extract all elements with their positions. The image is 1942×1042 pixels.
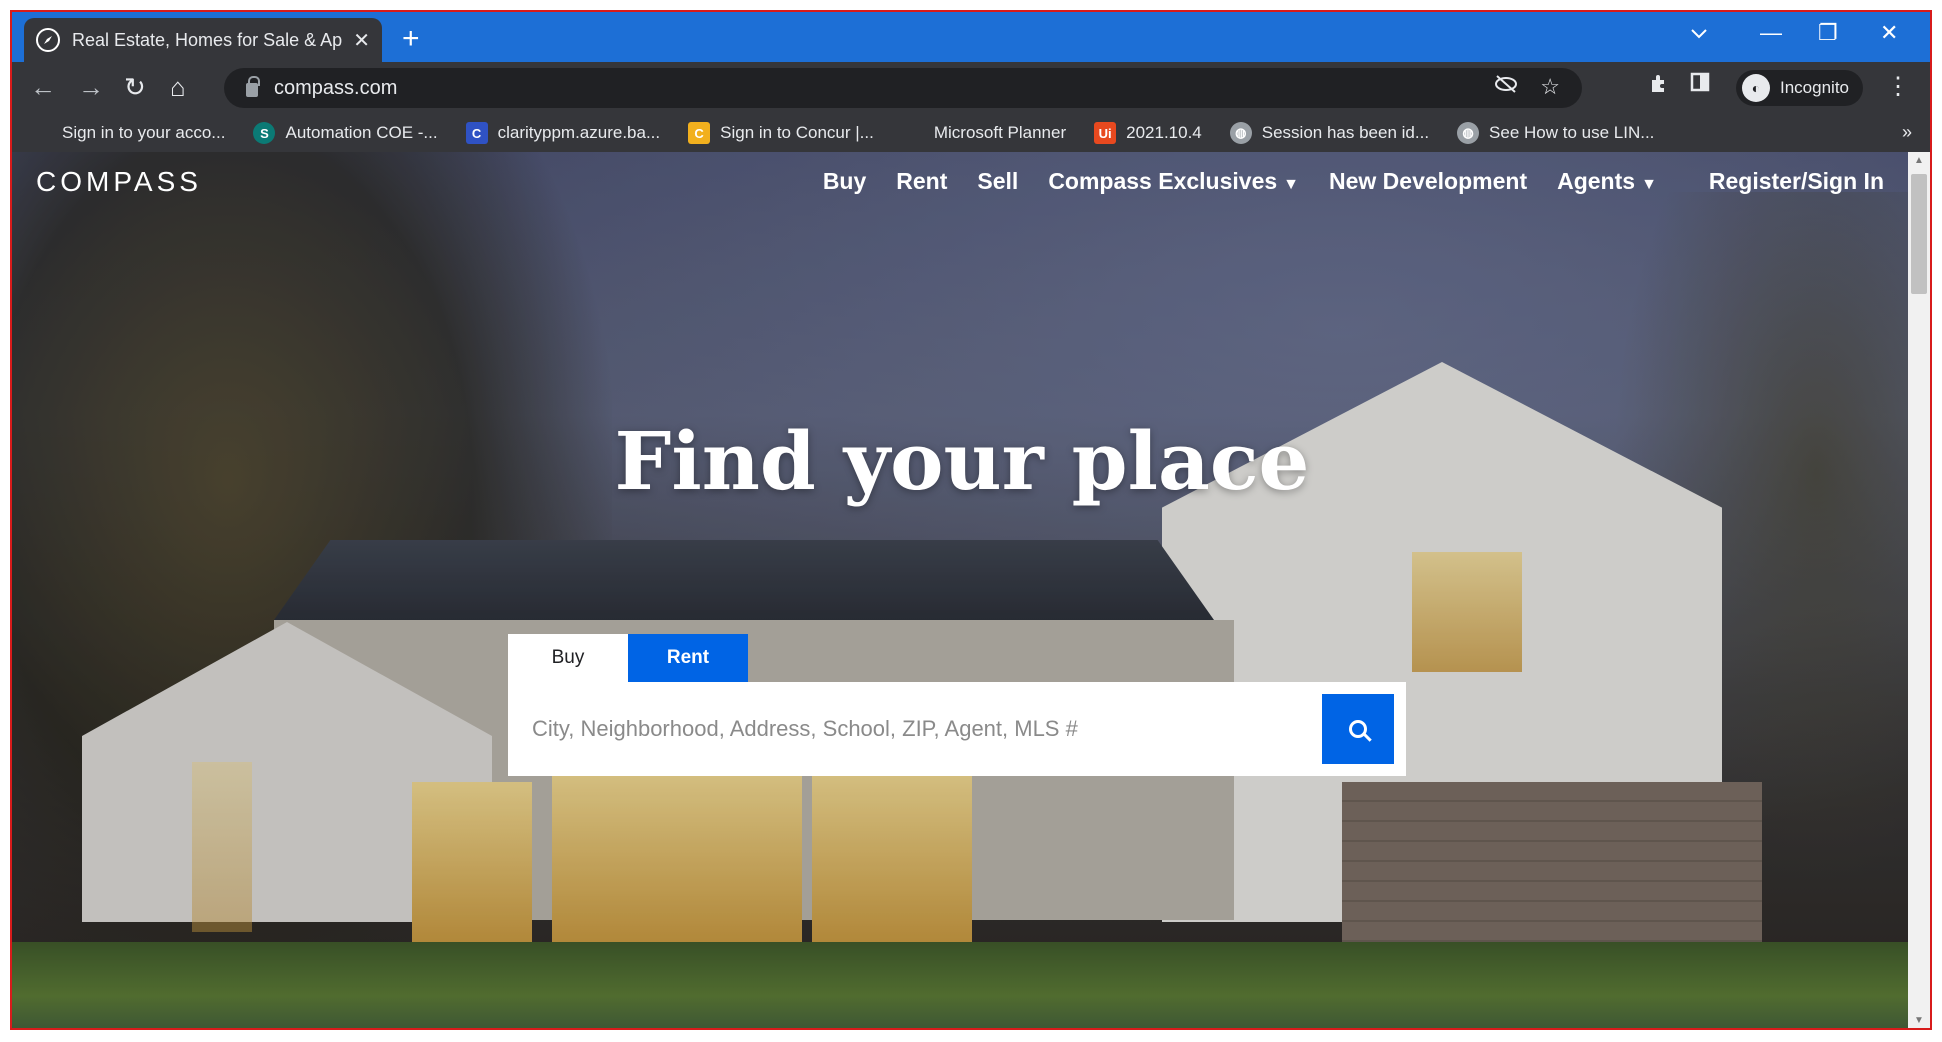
- bookmark-label: 2021.10.4: [1126, 123, 1202, 142]
- incognito-icon: ◐: [1742, 74, 1770, 102]
- bookmark-item[interactable]: C clarityppm.azure.ba...: [465, 122, 661, 144]
- bookmark-item[interactable]: Sign in to your acco...: [30, 122, 225, 144]
- new-tab-button[interactable]: +: [402, 22, 420, 56]
- sharepoint-icon: S: [253, 122, 276, 144]
- bookmark-label: Automation COE -...: [285, 123, 438, 142]
- browser-toolbar: ← → ↻ ⌂ compass.com ☆ ◐ Incognito ⋮: [12, 62, 1930, 114]
- search-tabs: Buy Rent: [508, 634, 748, 682]
- search-button[interactable]: [1322, 694, 1394, 764]
- search-box: [508, 682, 1406, 776]
- bookmark-star-icon[interactable]: ☆: [1540, 74, 1560, 100]
- bookmark-label: clarityppm.azure.ba...: [497, 123, 661, 142]
- concur-icon: C: [688, 122, 711, 144]
- eye-off-icon[interactable]: [1494, 74, 1518, 100]
- bookmark-label: Sign in to Concur |...: [720, 123, 874, 142]
- extensions-icon[interactable]: [1648, 72, 1670, 100]
- tab-strip: Real Estate, Homes for Sale & Ap ✕ + — ❐…: [12, 12, 1930, 62]
- nav-agents[interactable]: Agents ▼: [1557, 168, 1657, 195]
- more-bookmarks-icon[interactable]: »: [1902, 122, 1912, 143]
- bookmark-label: Microsoft Planner: [933, 123, 1067, 142]
- tab-search-icon[interactable]: [1690, 20, 1708, 46]
- address-bar[interactable]: compass.com ☆: [224, 68, 1582, 108]
- chevron-down-icon: ▼: [1283, 176, 1299, 193]
- incognito-badge[interactable]: ◐ Incognito: [1736, 70, 1863, 106]
- bookmark-label: Session has been id...: [1261, 123, 1430, 142]
- chevron-down-icon: ▼: [1641, 176, 1657, 193]
- restore-icon[interactable]: ❐: [1818, 20, 1838, 46]
- microsoft-icon: [30, 122, 52, 144]
- main-nav: Buy Rent Sell Compass Exclusives ▼ New De…: [823, 168, 1884, 195]
- compass-page: COMPASS Buy Rent Sell Compass Exclusives…: [12, 152, 1912, 1028]
- incognito-label: Incognito: [1780, 78, 1849, 97]
- reload-icon[interactable]: ↻: [124, 72, 146, 103]
- compass-logo[interactable]: COMPASS: [36, 166, 202, 198]
- nav-compass-exclusives[interactable]: Compass Exclusives ▼: [1048, 168, 1299, 195]
- bookmark-label: See How to use LIN...: [1489, 123, 1655, 142]
- location-search-input[interactable]: [532, 716, 1322, 742]
- compass-favicon-icon: [36, 28, 60, 52]
- bookmark-item[interactable]: S Automation COE -...: [253, 122, 438, 144]
- globe-icon: ◍: [1457, 122, 1480, 144]
- side-panel-icon[interactable]: [1690, 72, 1710, 98]
- scrollbar-thumb[interactable]: [1911, 174, 1927, 294]
- nav-sell[interactable]: Sell: [977, 168, 1018, 195]
- bookmark-item[interactable]: Microsoft Planner: [902, 122, 1066, 144]
- nav-new-development[interactable]: New Development: [1329, 168, 1527, 195]
- hero-headline: Find your place: [614, 414, 1310, 508]
- nav-buy[interactable]: Buy: [823, 168, 866, 195]
- search-tab-buy[interactable]: Buy: [508, 634, 628, 682]
- bookmark-item[interactable]: ◍ See How to use LIN...: [1457, 122, 1654, 144]
- bookmarks-bar: Sign in to your acco... S Automation COE…: [12, 114, 1930, 152]
- search-icon: [1349, 720, 1367, 738]
- close-window-icon[interactable]: ✕: [1880, 20, 1898, 46]
- scroll-down-icon[interactable]: ▼: [1908, 1012, 1930, 1028]
- register-sign-in-link[interactable]: Register/Sign In: [1709, 168, 1884, 195]
- nav-rent[interactable]: Rent: [896, 168, 947, 195]
- minimize-icon[interactable]: —: [1760, 20, 1782, 46]
- page-scrollbar[interactable]: ▲ ▼: [1908, 152, 1930, 1028]
- home-icon[interactable]: ⌂: [170, 72, 186, 103]
- microsoft-icon: [902, 122, 924, 144]
- tab-title: Real Estate, Homes for Sale & Ap: [72, 29, 343, 50]
- nav-compass-exclusives-label: Compass Exclusives: [1048, 168, 1278, 194]
- scroll-up-icon[interactable]: ▲: [1908, 152, 1930, 170]
- globe-icon: ◍: [1229, 122, 1252, 144]
- nav-agents-label: Agents: [1557, 168, 1636, 194]
- bookmark-item[interactable]: C Sign in to Concur |...: [688, 122, 874, 144]
- hero-image: [12, 152, 1912, 1028]
- bookmark-item[interactable]: ◍ Session has been id...: [1229, 122, 1430, 144]
- uipath-icon: Ui: [1094, 122, 1117, 144]
- bookmark-item[interactable]: Ui 2021.10.4: [1094, 122, 1202, 144]
- lock-icon: [246, 76, 260, 97]
- clarity-icon: C: [465, 122, 488, 144]
- bookmark-label: Sign in to your acco...: [62, 123, 226, 142]
- browser-tab[interactable]: Real Estate, Homes for Sale & Ap ✕: [24, 18, 382, 62]
- url-text: compass.com: [274, 76, 398, 99]
- back-icon[interactable]: ←: [30, 72, 56, 103]
- menu-kebab-icon[interactable]: ⋮: [1886, 72, 1910, 101]
- browser-window: Real Estate, Homes for Sale & Ap ✕ + — ❐…: [10, 10, 1932, 1030]
- forward-icon[interactable]: →: [78, 72, 104, 103]
- close-tab-icon[interactable]: ✕: [353, 28, 370, 53]
- search-tab-rent[interactable]: Rent: [628, 634, 748, 682]
